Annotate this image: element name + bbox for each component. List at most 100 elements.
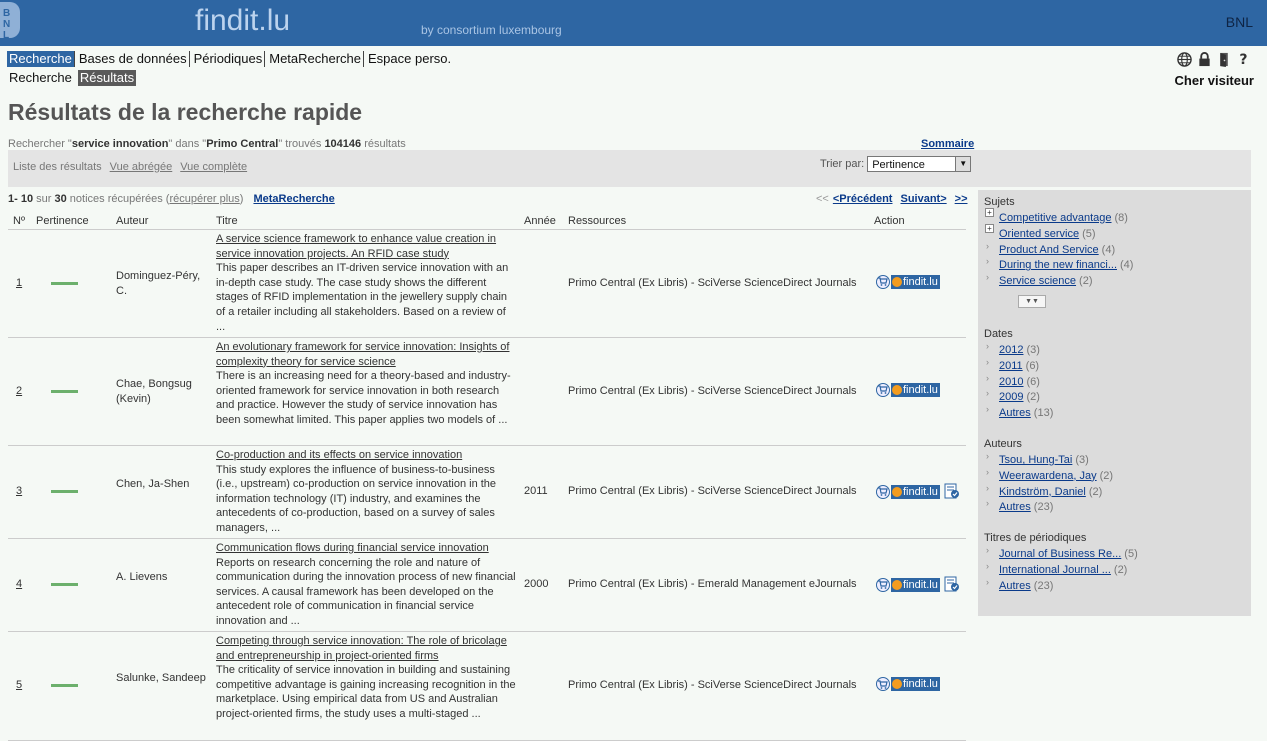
sommaire-link[interactable]: Sommaire: [921, 138, 974, 150]
tab-bases-de-donnees[interactable]: Bases de données: [77, 51, 190, 67]
view-short-link[interactable]: Vue abrégée: [110, 161, 173, 173]
document-icon[interactable]: [944, 483, 960, 500]
facet-item[interactable]: › Tsou, Hung-Tai (3): [986, 451, 1089, 466]
cart-icon[interactable]: [876, 677, 890, 691]
tab-espace-perso[interactable]: Espace perso.: [366, 51, 453, 67]
chevron-right-icon: ›: [986, 560, 989, 571]
pager-next[interactable]: Suivant>: [900, 193, 946, 205]
sort-control: Trier par: Pertinence ▼: [820, 156, 972, 172]
subtab-resultats[interactable]: Résultats: [77, 70, 137, 86]
svg-text:?: ?: [1239, 52, 1247, 67]
facet-item[interactable]: › Weerawardena, Jay (2): [986, 467, 1114, 482]
facet-item-count: (2): [1099, 469, 1114, 482]
facet-item[interactable]: › Kindström, Daniel (2): [986, 483, 1102, 498]
chevron-down-icon[interactable]: ▼: [955, 157, 971, 171]
result-text: Communication flows during financial ser…: [216, 541, 516, 629]
result-title-link[interactable]: Competing through service innovation: Th…: [216, 635, 507, 662]
result-number-link[interactable]: 1: [16, 277, 22, 289]
result-number-link[interactable]: 4: [16, 578, 22, 590]
result-title-link[interactable]: Co-production and its effects on service…: [216, 449, 462, 461]
facet-item-label[interactable]: Weerawardena, Jay: [999, 470, 1097, 482]
facet-item-label[interactable]: 2009: [999, 391, 1023, 403]
document-icon[interactable]: [944, 576, 960, 593]
retrieve-more-link[interactable]: récupérer plus: [169, 193, 239, 205]
facet-item[interactable]: › Autres (23): [986, 498, 1053, 513]
pager: << <Précédent Suivant> >>: [816, 193, 968, 205]
tab-metarecherche[interactable]: MetaRecherche: [267, 51, 365, 67]
expand-subjects-button[interactable]: ▼▼: [1018, 295, 1046, 308]
facet-item-label[interactable]: Competitive advantage: [999, 212, 1112, 224]
summary-mid2: " trouvés: [278, 138, 325, 150]
metasearch-link[interactable]: MetaRecherche: [253, 193, 334, 205]
result-number-link[interactable]: 2: [16, 385, 22, 397]
facet-item[interactable]: › 2009 (2): [986, 388, 1040, 404]
facet-item-label[interactable]: Kindström, Daniel: [999, 486, 1086, 498]
header-title: Titre: [216, 215, 238, 227]
facet-item-label[interactable]: Oriented service: [999, 228, 1079, 240]
cart-icon[interactable]: [876, 484, 890, 499]
results-close-paren: ): [239, 193, 244, 205]
result-title-link[interactable]: Communication flows during financial ser…: [216, 542, 489, 554]
facet-item-label[interactable]: Autres: [999, 407, 1031, 419]
pager-first: <<: [816, 193, 829, 205]
facet-item-label[interactable]: Autres: [999, 580, 1031, 592]
logout-icon[interactable]: [1216, 51, 1232, 67]
expand-plus-icon[interactable]: +: [985, 223, 994, 233]
cart-icon[interactable]: [876, 382, 890, 397]
expand-plus-icon[interactable]: +: [985, 208, 994, 217]
facet-item[interactable]: › Autres (23): [986, 577, 1053, 592]
facet-item[interactable]: › Journal of Business Re... (5): [986, 545, 1138, 560]
facet-item-label[interactable]: 2012: [999, 344, 1023, 356]
findit-button[interactable]: findit.lu: [891, 677, 940, 691]
facet-item[interactable]: › 2012 (3): [986, 341, 1040, 356]
result-author: A. Lievens: [116, 571, 168, 583]
facet-item-count: (5): [1082, 227, 1096, 240]
summary-source: Primo Central: [206, 138, 279, 150]
cart-icon[interactable]: [876, 577, 890, 592]
lock-icon[interactable]: [1196, 51, 1212, 67]
sort-select[interactable]: Pertinence ▼: [867, 156, 972, 172]
result-title-link[interactable]: An evolutionary framework for service in…: [216, 341, 509, 368]
facet-item[interactable]: + Oriented service (5): [985, 223, 1096, 240]
facet-item[interactable]: › 2011 (6): [986, 357, 1039, 372]
bnl-logo[interactable]: B N L: [0, 2, 20, 41]
facet-item-label[interactable]: During the new financi...: [999, 259, 1117, 271]
facet-item[interactable]: › International Journal ... (2): [986, 561, 1127, 576]
facet-item-label[interactable]: 2010: [999, 376, 1023, 388]
findit-button[interactable]: findit.lu: [891, 382, 940, 397]
result-number-link[interactable]: 5: [16, 679, 22, 691]
facet-item-label[interactable]: Autres: [999, 501, 1031, 513]
sort-selected-value: Pertinence: [872, 159, 925, 171]
facet-item[interactable]: › 2010 (6): [986, 373, 1040, 388]
result-title-link[interactable]: A service science framework to enhance v…: [216, 233, 496, 260]
cart-icon[interactable]: [876, 274, 890, 289]
facet-item-label[interactable]: Tsou, Hung-Tai: [999, 454, 1072, 466]
result-number-link[interactable]: 3: [16, 485, 22, 497]
findit-button[interactable]: findit.lu: [891, 484, 940, 499]
facet-item-label[interactable]: Journal of Business Re...: [999, 548, 1121, 560]
findit-button[interactable]: findit.lu: [891, 577, 940, 592]
tab-periodiques[interactable]: Périodiques: [192, 51, 266, 67]
findit-button[interactable]: findit.lu: [891, 274, 940, 289]
view-full-link[interactable]: Vue complète: [180, 161, 247, 173]
facet-item[interactable]: › Autres (13): [986, 404, 1053, 419]
facet-item-label[interactable]: Product And Service: [999, 244, 1099, 256]
facet-item[interactable]: › During the new financi... (4): [986, 256, 1133, 271]
tab-recherche[interactable]: Recherche: [7, 51, 75, 67]
facet-item-label[interactable]: 2011: [999, 360, 1023, 372]
result-actions: findit.lu: [876, 576, 960, 593]
visitor-greeting: Cher visiteur: [1174, 73, 1254, 88]
facet-item[interactable]: + Competitive advantage (8): [985, 208, 1128, 224]
facet-item[interactable]: › Service science (2): [986, 272, 1093, 287]
help-icon[interactable]: ?: [1236, 51, 1252, 67]
facet-item-count: (2): [1026, 391, 1040, 404]
subtab-recherche[interactable]: Recherche: [7, 70, 74, 86]
pager-prev[interactable]: <Précédent: [833, 193, 893, 205]
facet-item[interactable]: › Product And Service (4): [986, 241, 1115, 256]
sort-label: Trier par:: [820, 158, 865, 170]
chevron-right-icon: ›: [986, 404, 989, 415]
globe-icon[interactable]: [1176, 51, 1192, 67]
facet-item-label[interactable]: International Journal ...: [999, 564, 1111, 576]
pager-last[interactable]: >>: [955, 193, 968, 205]
facet-item-label[interactable]: Service science: [999, 275, 1076, 287]
